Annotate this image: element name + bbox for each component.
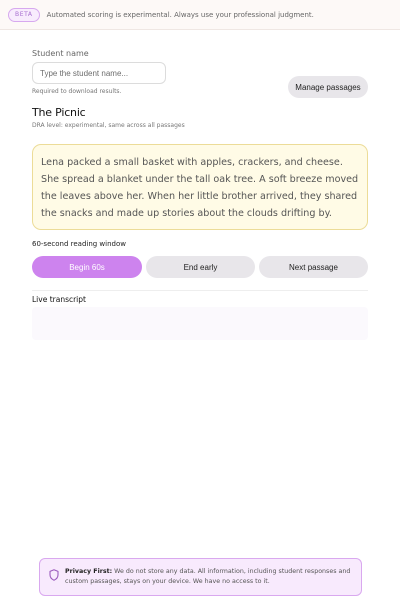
beta-notice-text: Automated scoring is experimental. Alway… bbox=[46, 10, 314, 19]
transcript-label: Live transcript bbox=[32, 295, 86, 304]
privacy-heading: Privacy First: bbox=[65, 568, 113, 575]
beta-banner: BETA Automated scoring is experimental. … bbox=[0, 0, 400, 30]
shield-icon bbox=[49, 569, 59, 581]
end-early-button[interactable]: End early bbox=[146, 256, 255, 278]
student-name-label: Student name bbox=[32, 49, 89, 58]
student-name-hint: Required to download results. bbox=[32, 88, 122, 95]
reading-passage: Lena packed a small basket with apples, … bbox=[32, 144, 368, 230]
reading-window-label: 60-second reading window bbox=[32, 240, 126, 248]
privacy-notice: Privacy First: We do not store any data.… bbox=[39, 558, 362, 596]
section-divider bbox=[32, 290, 368, 291]
begin-timer-button[interactable]: Begin 60s bbox=[32, 256, 142, 278]
passage-level-note: DRA level: experimental, same across all… bbox=[32, 122, 185, 129]
privacy-text: Privacy First: We do not store any data.… bbox=[65, 567, 353, 587]
beta-badge: BETA bbox=[8, 7, 40, 22]
student-name-input[interactable] bbox=[32, 62, 166, 84]
passage-title: The Picnic bbox=[32, 106, 86, 119]
manage-passages-button[interactable]: Manage passages bbox=[288, 76, 368, 98]
passage-text: Lena packed a small basket with apples, … bbox=[41, 157, 359, 219]
next-passage-button[interactable]: Next passage bbox=[259, 256, 368, 278]
live-transcript-area bbox=[32, 307, 368, 340]
